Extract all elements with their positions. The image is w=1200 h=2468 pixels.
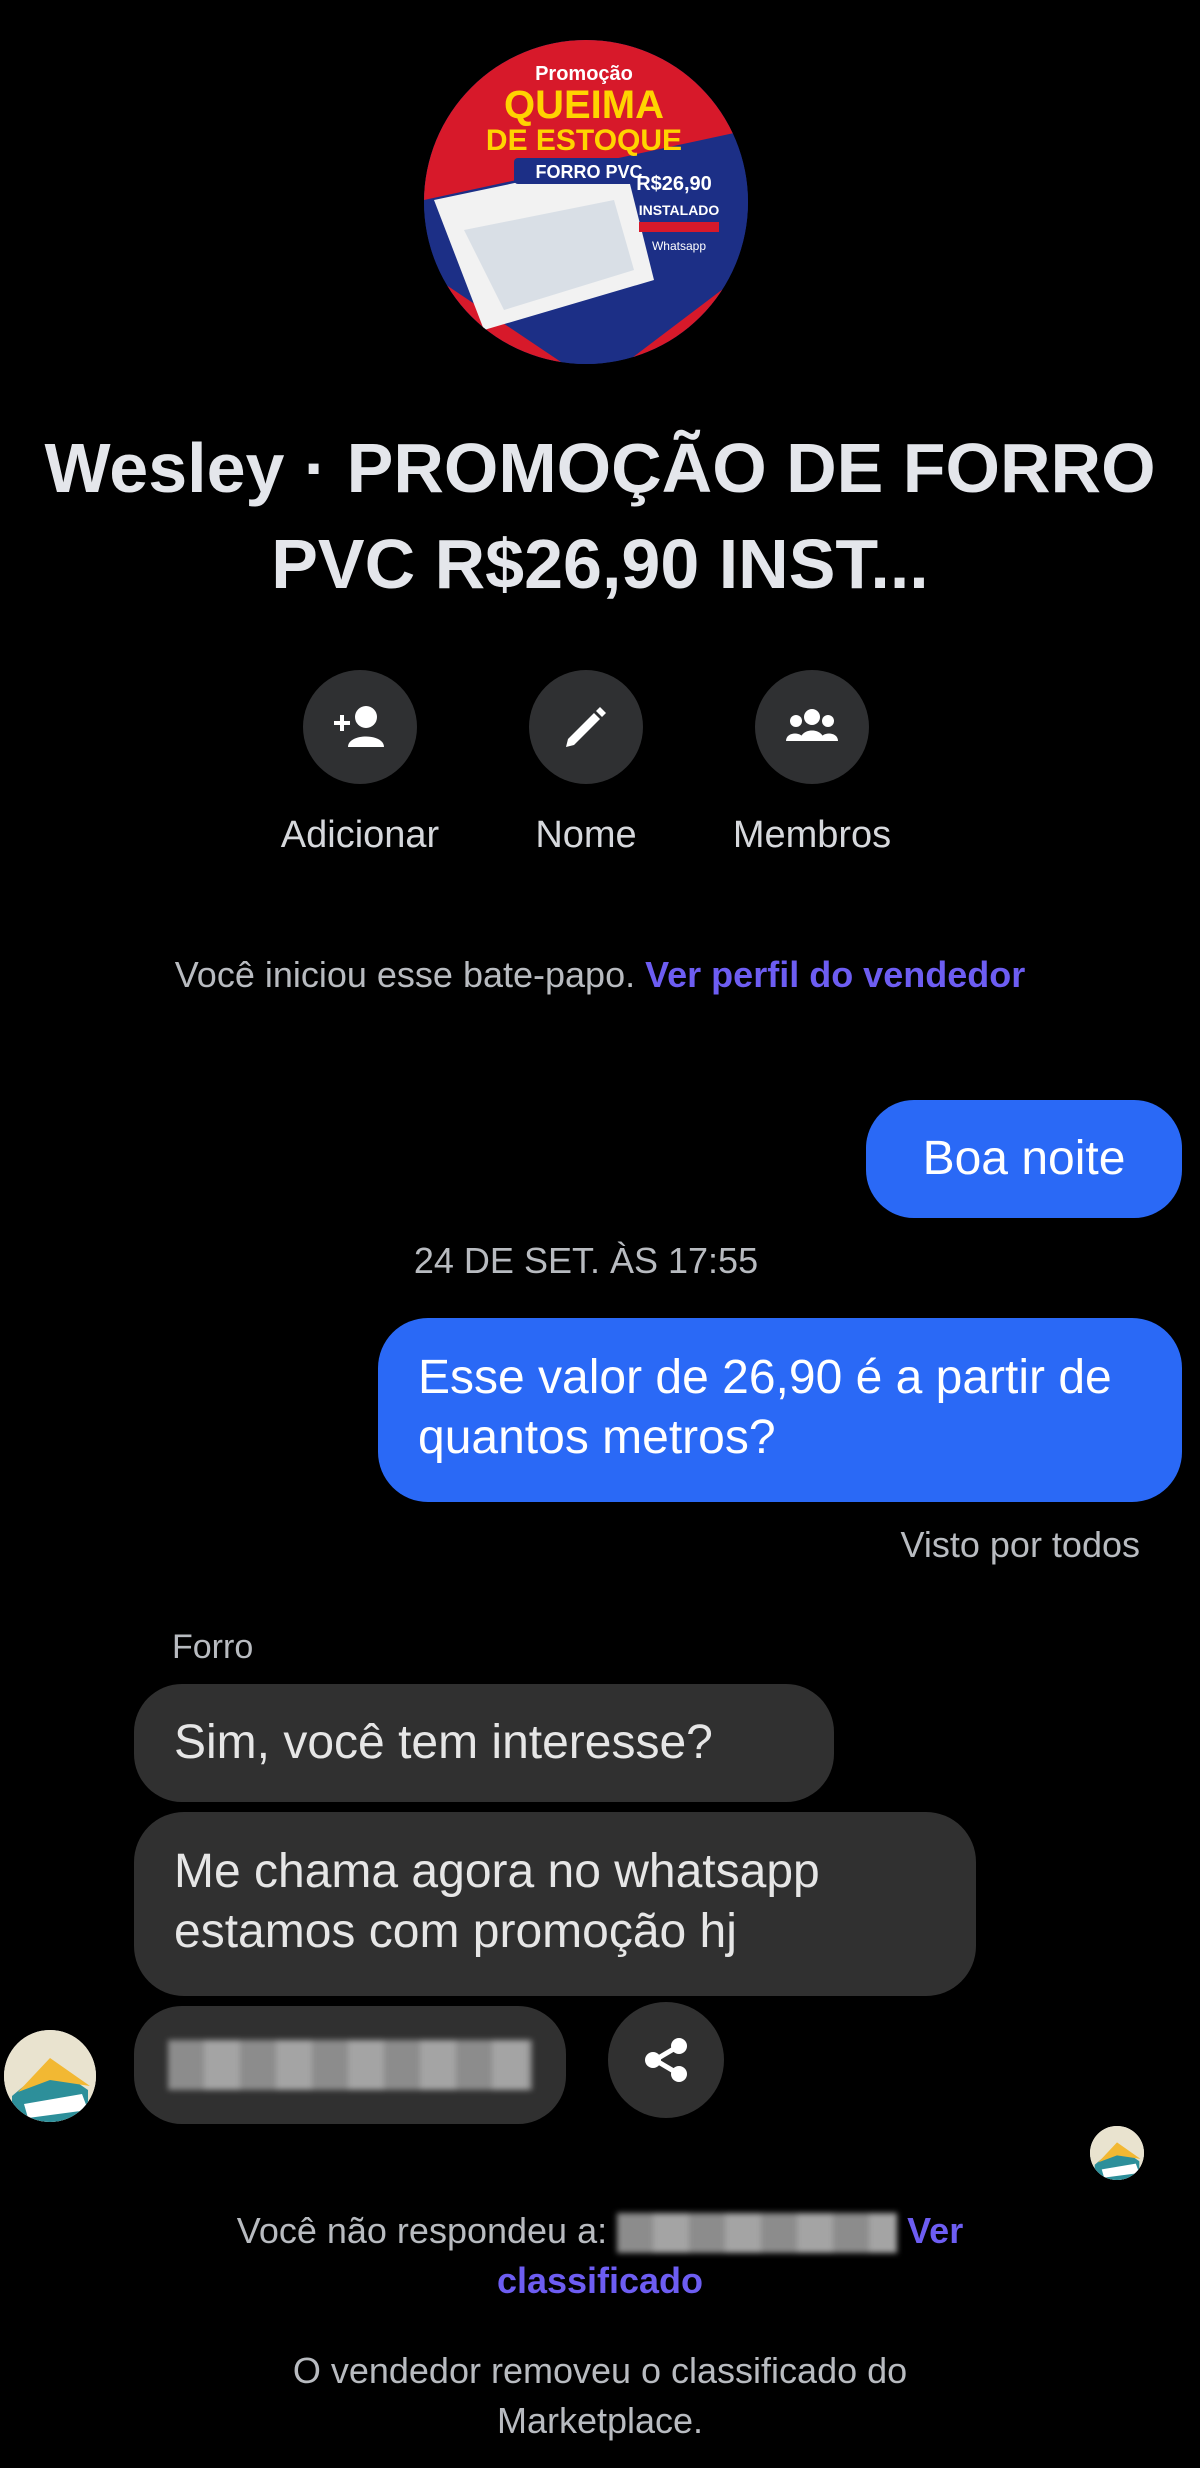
svg-text:DE ESTOQUE: DE ESTOQUE: [486, 124, 682, 157]
share-button[interactable]: [608, 2002, 724, 2118]
pencil-icon[interactable]: [529, 670, 643, 784]
add-member-label: Adicionar: [280, 814, 440, 856]
sender-name: Forro: [172, 1628, 254, 1666]
view-seller-profile-link[interactable]: Ver perfil do vendedor: [645, 954, 1025, 995]
members-icon[interactable]: [755, 670, 869, 784]
seen-status: Visto por todos: [900, 1524, 1140, 1565]
name-action[interactable]: Nome: [466, 670, 706, 857]
message-bubble-incoming[interactable]: [134, 2006, 566, 2124]
seen-by-avatar: [1090, 2126, 1144, 2180]
members-action[interactable]: Membros: [692, 670, 932, 857]
svg-text:R$26,90: R$26,90: [636, 173, 712, 195]
svg-text:Promoção: Promoção: [535, 63, 633, 85]
conversation-title: Wesley · PROMOÇÃO DE FORRO PVC R$26,90 I…: [44, 429, 1156, 603]
message-timestamp: 24 DE SET. ÀS 17:55: [413, 1240, 759, 1281]
redacted-listing-title: [617, 2213, 898, 2254]
svg-text:QUEIMA: QUEIMA: [504, 83, 664, 127]
add-member-action[interactable]: Adicionar: [240, 670, 480, 857]
message-bubble-incoming[interactable]: Me chama agora no whatsapp estamos com p…: [134, 1812, 976, 1996]
svg-text:INSTALADO: INSTALADO: [639, 202, 720, 218]
listing-removed-notice: O vendedor removeu o classificado do Mar…: [292, 2350, 908, 2441]
svg-text:FORRO PVC: FORRO PVC: [535, 162, 642, 182]
unanswered-text: Você não respondeu a:: [236, 2210, 608, 2251]
add-person-icon[interactable]: [303, 670, 417, 784]
message-bubble-outgoing[interactable]: Esse valor de 26,90 é a partir de quanto…: [378, 1318, 1182, 1502]
sender-avatar[interactable]: [4, 2030, 96, 2122]
chat-start-text: Você iniciou esse bate-papo.: [174, 954, 636, 995]
redacted-phone-number: [168, 2040, 532, 2090]
chat-start-notice: Você iniciou esse bate-papo. Ver perfil …: [160, 950, 1040, 1000]
name-label: Nome: [535, 814, 637, 856]
message-bubble-incoming[interactable]: Sim, você tem interesse?: [134, 1684, 834, 1802]
message-bubble-outgoing[interactable]: Boa noite: [866, 1100, 1182, 1218]
unanswered-listing-notice: Você não respondeu a: Ver classificado: [160, 2206, 1040, 2306]
share-icon: [645, 2038, 687, 2082]
group-avatar[interactable]: Promoção QUEIMA DE ESTOQUE FORRO PVC R$2…: [424, 40, 748, 364]
members-label: Membros: [732, 814, 892, 856]
svg-text:Whatsapp: Whatsapp: [652, 239, 706, 253]
